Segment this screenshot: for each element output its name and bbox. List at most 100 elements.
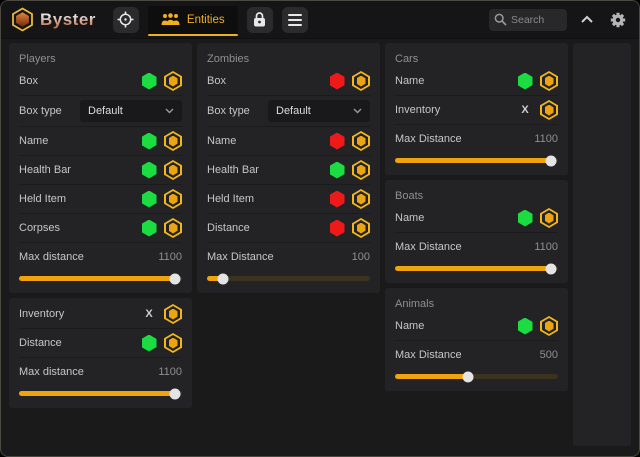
toggle-hexagon[interactable]: X [141, 190, 157, 208]
slider-thumb[interactable] [463, 371, 474, 382]
row-box: Box X [207, 67, 370, 96]
x-icon: X [521, 105, 528, 116]
panel-players-misc: Inventory X Distance X Max distance 11 [9, 298, 192, 408]
row-box-type: Box type Default [207, 96, 370, 127]
brand: Byster [11, 7, 96, 32]
max-distance-slider[interactable] [395, 266, 558, 271]
row-label: Box type [19, 105, 62, 117]
row-label: Distance [207, 222, 250, 234]
row-health-bar: Health Bar X [207, 156, 370, 185]
color-swatch[interactable] [352, 189, 370, 209]
row-label: Health Bar [207, 164, 259, 176]
slider-value: 500 [540, 349, 558, 361]
toggle-hexagon[interactable]: X [517, 209, 533, 227]
row-label: Name [395, 320, 424, 332]
color-swatch[interactable] [352, 131, 370, 151]
users-icon [161, 13, 180, 26]
topbar: Byster Entities [1, 1, 639, 39]
color-swatch[interactable] [352, 160, 370, 180]
slider-thumb[interactable] [170, 273, 181, 284]
toggle-hexagon[interactable]: X [329, 132, 345, 150]
row-inventory: Inventory X [19, 300, 182, 329]
tab-entities[interactable]: Entities [148, 6, 238, 34]
aim-button[interactable] [113, 7, 139, 33]
color-swatch[interactable] [540, 71, 558, 91]
panel-zombies: Zombies Box X Box type Default [197, 43, 380, 293]
max-distance-slider[interactable] [19, 276, 182, 281]
toggle-hexagon[interactable]: X [141, 305, 157, 323]
box-type-select[interactable]: Default [268, 100, 370, 122]
toggle-hexagon[interactable]: X [329, 161, 345, 179]
row-label: Max Distance [207, 251, 274, 263]
hexagon-icon [142, 133, 157, 150]
max-distance-head: Max Distance 1100 [395, 235, 558, 259]
max-distance-slider[interactable] [207, 276, 370, 281]
collapse-button[interactable] [576, 9, 598, 31]
slider-value: 1100 [534, 241, 558, 253]
box-type-select[interactable]: Default [80, 100, 182, 122]
row-health-bar: Health Bar X [19, 156, 182, 185]
chevron-up-icon [580, 15, 594, 24]
color-swatch[interactable] [164, 160, 182, 180]
hexagon-icon [142, 162, 157, 179]
max-distance-slider[interactable] [19, 391, 182, 396]
slider-value: 1100 [158, 366, 182, 378]
slider-thumb[interactable] [218, 273, 229, 284]
color-swatch[interactable] [164, 71, 182, 91]
toggle-hexagon[interactable]: X [329, 219, 345, 237]
color-swatch[interactable] [540, 316, 558, 336]
color-swatch[interactable] [352, 71, 370, 91]
max-distance-slider[interactable] [395, 158, 558, 163]
color-swatch[interactable] [164, 131, 182, 151]
color-swatch[interactable] [164, 333, 182, 353]
slider-thumb[interactable] [546, 155, 557, 166]
toggle-hexagon[interactable]: X [141, 72, 157, 90]
toggle-hexagon[interactable]: X [329, 72, 345, 90]
color-swatch[interactable] [164, 218, 182, 238]
slider-thumb[interactable] [170, 388, 181, 399]
max-distance-slider[interactable] [395, 374, 558, 379]
color-swatch[interactable] [540, 208, 558, 228]
chevron-down-icon [353, 108, 362, 114]
toggle-hexagon[interactable]: X [141, 132, 157, 150]
slider-fill [395, 266, 551, 271]
hexagon-icon [518, 73, 533, 90]
toggle-hexagon[interactable]: X [329, 190, 345, 208]
row-inventory: Inventory X [395, 96, 558, 125]
color-swatch[interactable] [540, 100, 558, 120]
column-3: Cars Name X Inventory X Max [385, 43, 568, 391]
row-held-item: Held Item X [19, 185, 182, 214]
hexagon-icon [330, 220, 345, 237]
row-label: Held Item [207, 193, 254, 205]
toggle-hexagon[interactable]: X [517, 317, 533, 335]
row-label: Box type [207, 105, 250, 117]
hexagon-icon [330, 191, 345, 208]
color-swatch[interactable] [352, 218, 370, 238]
color-swatch[interactable] [164, 304, 182, 324]
row-name: Name X [207, 127, 370, 156]
max-distance-head: Max Distance 1100 [395, 127, 558, 151]
max-distance-head: Max distance 1100 [19, 360, 182, 384]
panel-title: Cars [395, 43, 558, 67]
toggle-hexagon[interactable]: X [517, 72, 533, 90]
toggle-hexagon[interactable]: X [141, 161, 157, 179]
settings-button[interactable] [607, 9, 629, 31]
row-label: Corpses [19, 222, 60, 234]
color-swatch[interactable] [164, 189, 182, 209]
app-window: Byster Entities [0, 0, 640, 457]
brand-title: Byster [40, 10, 96, 30]
lock-button[interactable] [247, 7, 273, 33]
slider-thumb[interactable] [546, 263, 557, 274]
row-corpses: Corpses X [19, 214, 182, 243]
panel-cars: Cars Name X Inventory X Max [385, 43, 568, 175]
toggle-hexagon[interactable]: X [141, 334, 157, 352]
panel-animals: Animals Name X Max Distance 500 [385, 288, 568, 391]
x-icon: X [145, 309, 152, 320]
row-name: Name X [395, 312, 558, 341]
menu-button[interactable] [282, 7, 308, 33]
hexagon-icon [142, 191, 157, 208]
hexagon-icon [142, 73, 157, 90]
toggle-hexagon[interactable]: X [517, 101, 533, 119]
toggle-hexagon[interactable]: X [141, 219, 157, 237]
row-label: Max Distance [395, 133, 462, 145]
